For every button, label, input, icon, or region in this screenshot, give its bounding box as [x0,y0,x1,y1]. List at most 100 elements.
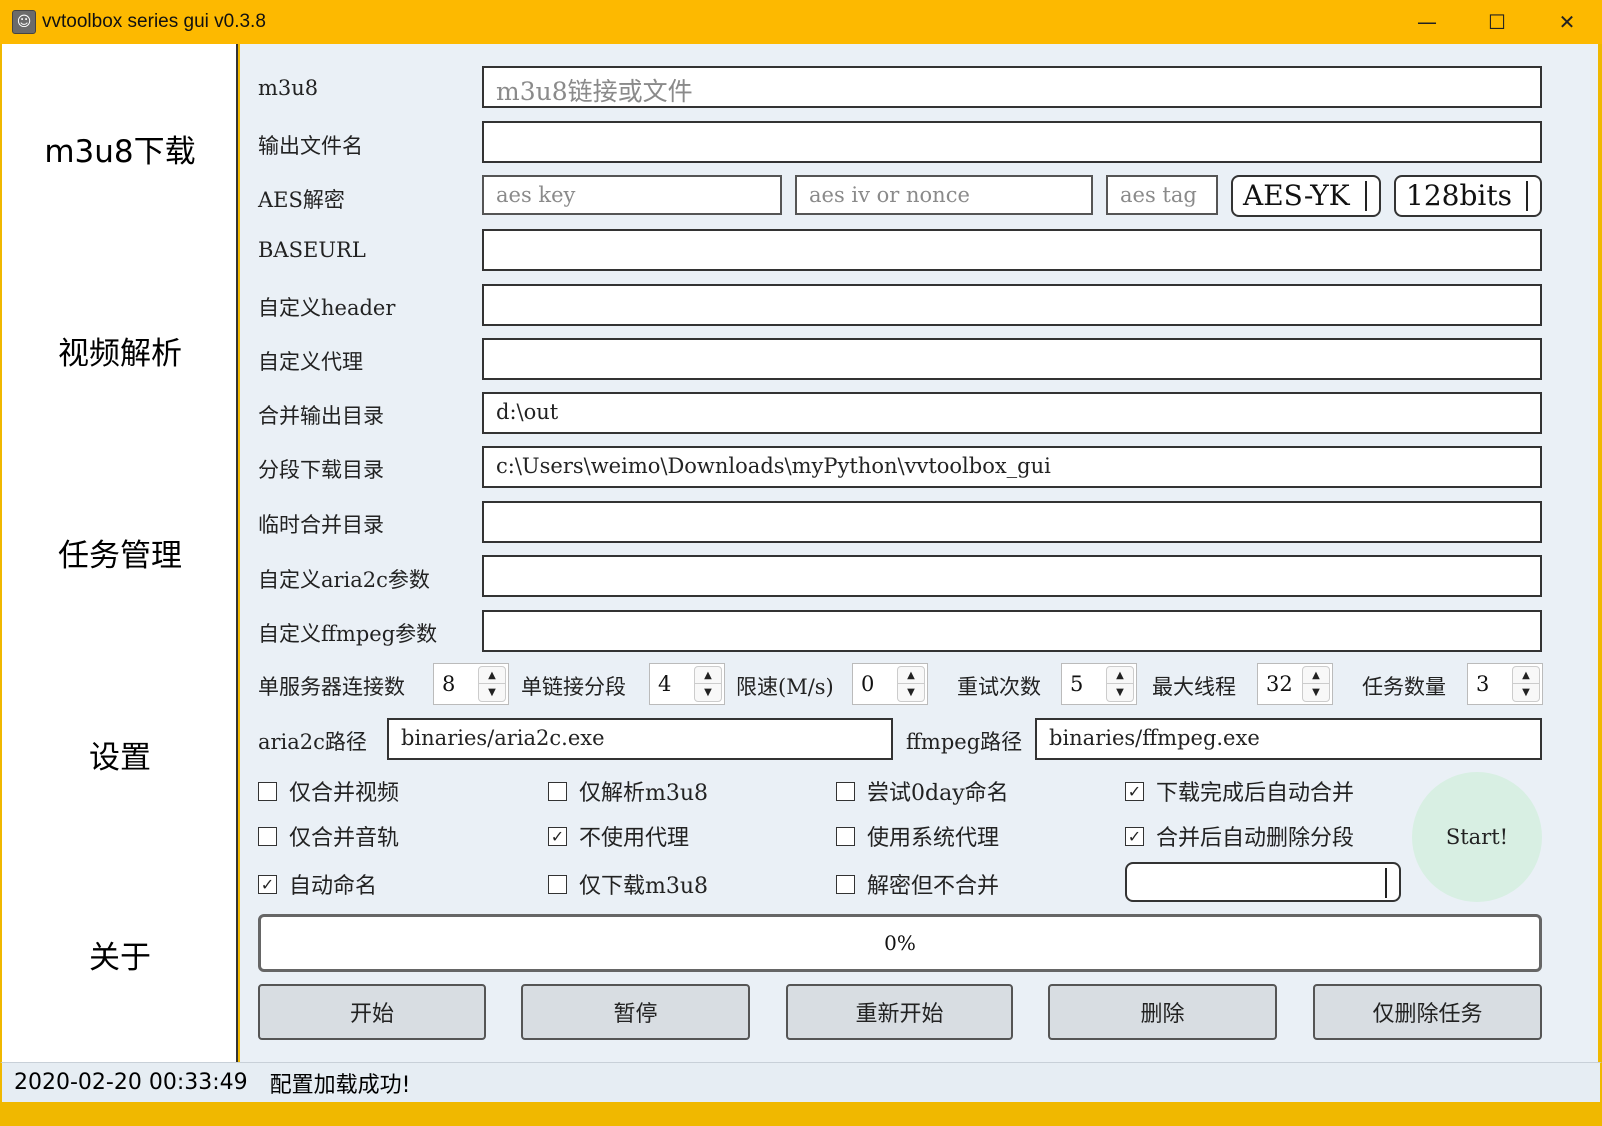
checkbox-merge-video-only[interactable]: 仅合并视频 [258,775,399,807]
aes-label: AES解密 [258,188,345,212]
checkmark-icon[interactable]: ✓ [1125,781,1144,801]
baseurl-input[interactable] [482,229,1542,271]
sidebar-item-settings[interactable]: 设置 [2,732,238,777]
start-task-button[interactable]: 开始 [258,984,486,1040]
ffmpeg-args-label: 自定义ffmpeg参数 [258,622,438,646]
ffmpeg-path-input[interactable]: binaries/ffmpeg.exe [1035,718,1542,760]
speed-limit-label: 限速(M/s) [736,675,834,699]
checkbox-icon[interactable] [548,874,567,894]
aria2c-path-label: aria2c路径 [258,730,367,754]
down-arrow-icon[interactable]: ▼ [1513,684,1539,701]
checkbox-no-proxy[interactable]: ✓ 不使用代理 [548,820,689,852]
sidebar-item-about[interactable]: 关于 [2,932,238,977]
sidebar-item-m3u8-download[interactable]: m3u8下载 [2,126,238,171]
aes-bits-select[interactable]: 128bits [1394,175,1542,217]
output-name-label: 输出文件名 [258,134,363,158]
temp-dir-input[interactable] [482,501,1542,543]
delete-button[interactable]: 删除 [1048,984,1277,1040]
down-arrow-icon[interactable]: ▼ [898,684,924,701]
checkmark-icon[interactable]: ✓ [548,826,567,846]
checkbox-label: 仅合并视频 [289,781,400,806]
retry-spinner[interactable]: 5 ▲ ▼ [1061,663,1137,705]
checkbox-icon[interactable] [258,781,277,801]
connections-spinner[interactable]: 8 ▲ ▼ [433,663,509,705]
down-arrow-icon[interactable]: ▼ [1107,684,1133,701]
close-icon[interactable]: ✕ [1532,0,1602,44]
up-arrow-icon[interactable]: ▲ [1107,667,1133,684]
aes-tag-placeholder: aes tag [1120,183,1197,207]
checkmark-icon[interactable]: ✓ [1125,826,1144,846]
retry-value: 5 [1070,672,1084,696]
extra-select[interactable] [1125,862,1401,902]
aes-bits-value: 128bits [1406,179,1512,212]
aes-iv-input[interactable]: aes iv or nonce [795,175,1093,215]
checkbox-label: 下载完成后自动合并 [1156,781,1355,806]
down-arrow-icon[interactable]: ▼ [1303,684,1329,701]
sidebar-item-video-parse[interactable]: 视频解析 [2,328,238,373]
max-threads-spinner[interactable]: 32 ▲ ▼ [1257,663,1333,705]
checkbox-auto-merge[interactable]: ✓ 下载完成后自动合并 [1125,775,1354,807]
up-arrow-icon[interactable]: ▲ [479,667,505,684]
aes-mode-select[interactable]: AES-YK [1231,175,1381,217]
task-count-value: 3 [1476,672,1490,696]
checkbox-icon[interactable] [836,781,855,801]
split-value: 4 [658,672,672,696]
aes-tag-input[interactable]: aes tag [1106,175,1218,215]
max-threads-value: 32 [1266,672,1293,696]
m3u8-label: m3u8 [258,76,319,100]
output-name-input[interactable] [482,121,1542,163]
speed-limit-spinner[interactable]: 0 ▲ ▼ [852,663,928,705]
speed-limit-value: 0 [861,672,875,696]
down-arrow-icon[interactable]: ▼ [695,684,721,701]
checkbox-icon[interactable] [258,826,277,846]
sidebar: m3u8下载 视频解析 任务管理 设置 关于 [0,44,238,1089]
checkbox-auto-delete-segments[interactable]: ✓ 合并后自动删除分段 [1125,820,1354,852]
checkbox-icon[interactable] [836,874,855,894]
checkmark-icon[interactable]: ✓ [258,874,277,894]
up-arrow-icon[interactable]: ▲ [1513,667,1539,684]
header-input[interactable] [482,284,1542,326]
checkbox-decrypt-no-merge[interactable]: 解密但不合并 [836,868,999,900]
restart-button[interactable]: 重新开始 [786,984,1013,1040]
segment-dir-input[interactable]: c:\Users\weimo\Downloads\myPython\vvtool… [482,446,1542,488]
checkbox-label: 合并后自动删除分段 [1156,826,1355,851]
pause-button[interactable]: 暂停 [521,984,750,1040]
down-arrow-icon[interactable]: ▼ [479,684,505,701]
checkbox-system-proxy[interactable]: 使用系统代理 [836,820,999,852]
connections-value: 8 [442,672,456,696]
checkbox-label: 仅下载m3u8 [579,874,709,899]
aes-key-input[interactable]: aes key [482,175,782,215]
checkbox-label: 仅合并音轨 [289,826,400,851]
ffmpeg-args-input[interactable] [482,610,1542,652]
m3u8-input[interactable]: m3u8链接或文件 [482,66,1542,108]
checkbox-label: 解密但不合并 [867,874,1000,899]
checkbox-parse-m3u8-only[interactable]: 仅解析m3u8 [548,775,708,807]
checkbox-0day-naming[interactable]: 尝试0day命名 [836,775,1009,807]
aria2c-args-input[interactable] [482,555,1542,597]
delete-task-only-button[interactable]: 仅删除任务 [1313,984,1542,1040]
proxy-input[interactable] [482,338,1542,380]
merge-dir-label: 合并输出目录 [258,404,384,428]
checkbox-label: 不使用代理 [579,826,690,851]
checkbox-icon[interactable] [836,826,855,846]
maximize-icon[interactable]: ☐ [1462,0,1532,44]
aria2c-path-input[interactable]: binaries/aria2c.exe [387,718,893,760]
up-arrow-icon[interactable]: ▲ [898,667,924,684]
task-count-spinner[interactable]: 3 ▲ ▼ [1467,663,1543,705]
checkbox-auto-naming[interactable]: ✓ 自动命名 [258,868,377,900]
checkbox-label: 使用系统代理 [867,826,1000,851]
status-bar: 2020-02-20 00:33:49 配置加载成功! [0,1062,1602,1102]
checkbox-icon[interactable] [548,781,567,801]
up-arrow-icon[interactable]: ▲ [695,667,721,684]
start-button[interactable]: Start! [1412,772,1542,902]
merge-dir-input[interactable]: d:\out [482,392,1542,434]
minimize-icon[interactable]: — [1392,0,1462,44]
title-bar[interactable]: ☺ vvtoolbox series gui v0.3.8 — ☐ ✕ [0,0,1602,44]
up-arrow-icon[interactable]: ▲ [1303,667,1329,684]
split-spinner[interactable]: 4 ▲ ▼ [649,663,725,705]
checkbox-merge-audio-only[interactable]: 仅合并音轨 [258,820,399,852]
aria2c-args-label: 自定义aria2c参数 [258,568,430,592]
sidebar-item-task-manage[interactable]: 任务管理 [2,530,238,575]
checkbox-label: 尝试0day命名 [867,781,1009,806]
checkbox-download-m3u8-only[interactable]: 仅下载m3u8 [548,868,708,900]
